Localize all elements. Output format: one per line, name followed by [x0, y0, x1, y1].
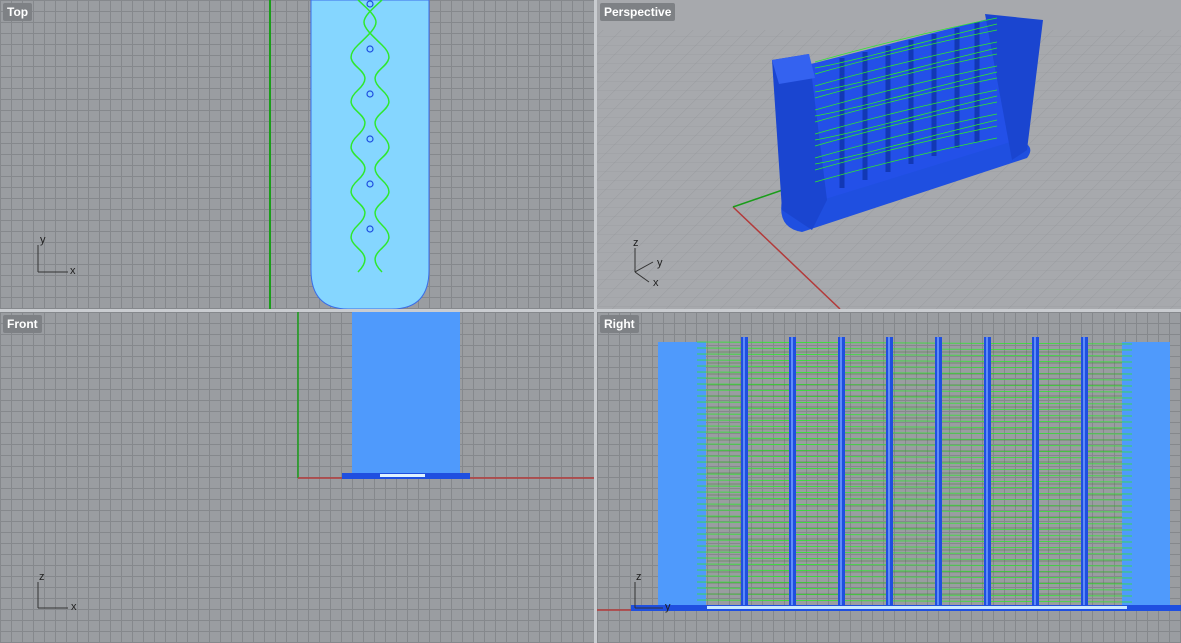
axis-z-label: z	[633, 237, 639, 249]
column-highlight	[743, 337, 745, 607]
axis-y-label: y	[657, 257, 663, 269]
column-highlight	[791, 337, 793, 607]
column-highlight	[888, 337, 890, 607]
right-view-canvas: y z	[597, 337, 1181, 613]
columns-right	[741, 337, 1088, 607]
column-highlight	[1083, 337, 1085, 607]
front-view-canvas: x z	[37, 312, 594, 613]
axis-x-label: x	[70, 265, 76, 277]
axis-triad-icon: x z	[37, 571, 77, 613]
axis-z-label: z	[636, 571, 642, 583]
top-view-canvas: x y	[37, 0, 430, 309]
column-highlight	[840, 337, 842, 607]
part-base-highlight-right	[707, 606, 1127, 609]
viewport-label-front[interactable]: Front	[3, 315, 42, 333]
viewport-perspective[interactable]: Perspective z y x	[597, 0, 1181, 309]
viewport-top[interactable]: Top x y	[0, 0, 594, 309]
part-body-front	[352, 312, 460, 474]
axis-x-label: x	[71, 601, 77, 613]
viewport-label-perspective[interactable]: Perspective	[600, 3, 676, 21]
perspective-view-canvas: z y x	[597, 14, 1181, 309]
viewport-label-top[interactable]: Top	[3, 3, 33, 21]
column-highlight	[986, 337, 988, 607]
viewport-right[interactable]: Right y z	[597, 312, 1181, 643]
wires-right-dark	[707, 351, 1122, 595]
axis-triad-icon: x y	[37, 234, 76, 277]
axis-z-label: z	[39, 571, 45, 583]
wires-right	[696, 341, 1133, 603]
viewport-label-right[interactable]: Right	[600, 315, 639, 333]
axis-y-label: y	[40, 234, 46, 246]
viewport-front[interactable]: Front x z	[0, 312, 594, 643]
part-post-left-right	[658, 342, 706, 607]
axis-x-label: x	[653, 277, 659, 289]
column-highlight	[1034, 337, 1036, 607]
part-base-highlight	[380, 474, 425, 477]
part-post-right-right	[1122, 342, 1170, 607]
axis-y-label: y	[665, 601, 671, 613]
column-highlight	[937, 337, 939, 607]
